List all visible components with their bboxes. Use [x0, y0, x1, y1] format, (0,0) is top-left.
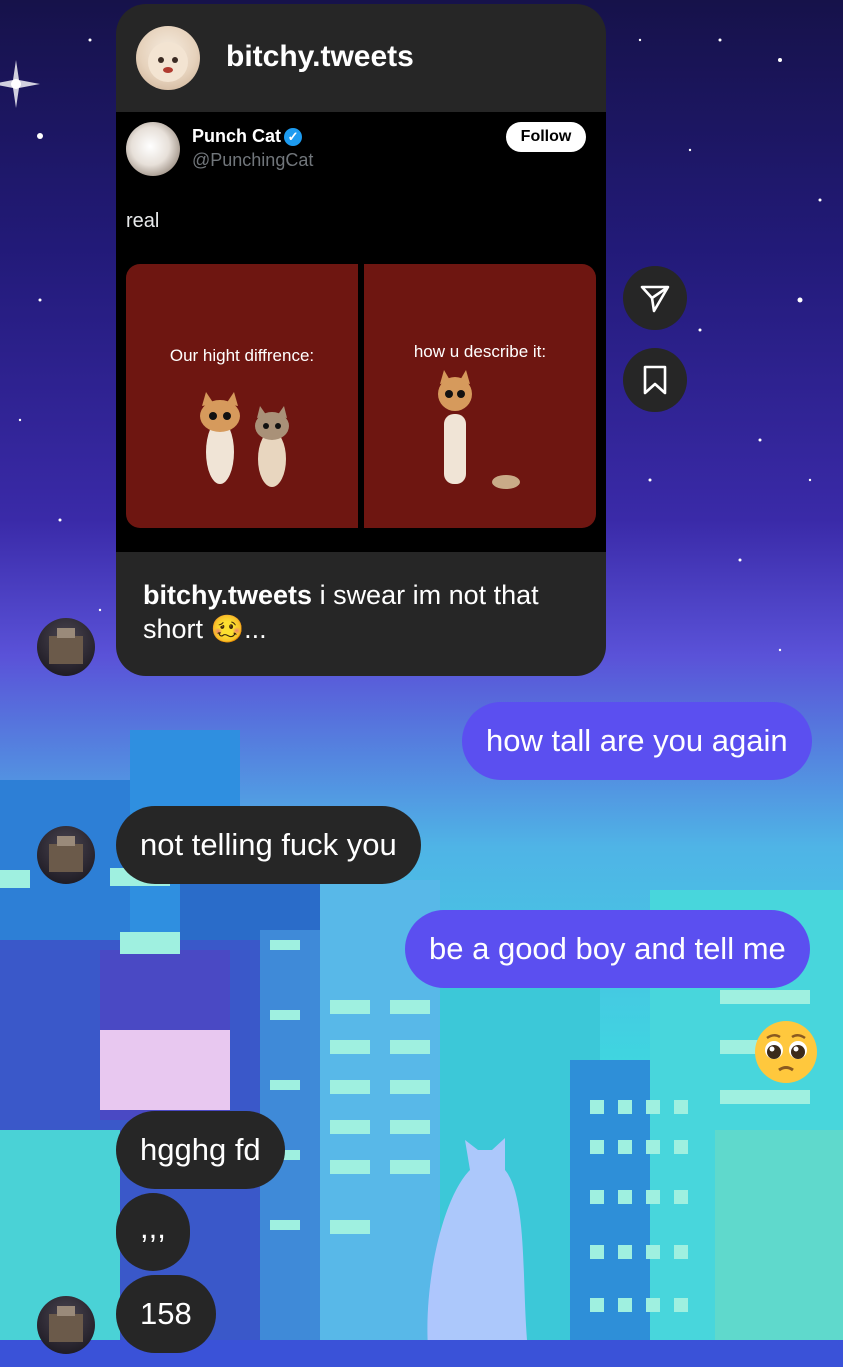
message-bubble-outgoing[interactable]: be a good boy and tell me [405, 910, 810, 988]
tweet-media[interactable]: Our hight diffrence: how u describe it: [126, 264, 596, 528]
profile-picture-icon [49, 1306, 83, 1342]
shared-post-caption: bitchy.tweets i swear im not that short … [143, 578, 583, 646]
tweet-embed[interactable]: Punch Cat ✓ @PunchingCat Follow real Our … [116, 112, 606, 552]
tweet-text: real [126, 210, 160, 232]
meme-panel-left: Our hight diffrence: [126, 264, 358, 528]
two-kittens-image [200, 392, 289, 487]
profile-picture-icon [49, 628, 83, 664]
pleading-face-icon [755, 1021, 817, 1083]
share-button[interactable] [623, 266, 687, 330]
message-bubble-incoming[interactable]: ,,, [116, 1193, 190, 1271]
message-bubble-outgoing[interactable]: how tall are you again [462, 702, 812, 780]
caption-account: bitchy.tweets [143, 580, 313, 610]
send-icon [640, 285, 670, 313]
tweet-author-handle: @PunchingCat [192, 150, 314, 170]
pleading-face-emoji-message[interactable]: 🥺 [752, 1018, 820, 1086]
message-bubble-incoming[interactable]: not telling fuck you [116, 806, 421, 884]
bookmark-icon [643, 365, 667, 395]
sender-avatar[interactable] [37, 826, 95, 884]
profile-picture-icon [49, 836, 83, 872]
message-bubble-incoming[interactable]: hgghg fd [116, 1111, 285, 1189]
tweet-author-name: Punch Cat ✓ [192, 126, 303, 147]
meme-panel-right: how u describe it: [364, 264, 596, 528]
message-bubble-incoming[interactable]: 158 [116, 1275, 216, 1353]
verified-badge-icon: ✓ [284, 128, 303, 147]
sender-avatar[interactable] [37, 618, 95, 676]
tweet-author-avatar [126, 122, 180, 176]
shared-post-card[interactable]: bitchy.tweets Punch Cat ✓ @PunchingCat Fo… [116, 4, 606, 676]
follow-button[interactable]: Follow [506, 122, 586, 152]
sender-avatar[interactable] [37, 1296, 95, 1354]
dog-avatar-icon [148, 42, 188, 82]
tall-and-tiny-kittens-image [438, 370, 520, 489]
account-avatar[interactable] [136, 26, 200, 90]
account-name[interactable]: bitchy.tweets [226, 40, 414, 74]
city-skyline-background [0, 730, 843, 1367]
tweet-author-name-text: Punch Cat [192, 126, 282, 146]
shared-post-header[interactable]: bitchy.tweets [116, 4, 606, 112]
save-button[interactable] [623, 348, 687, 412]
